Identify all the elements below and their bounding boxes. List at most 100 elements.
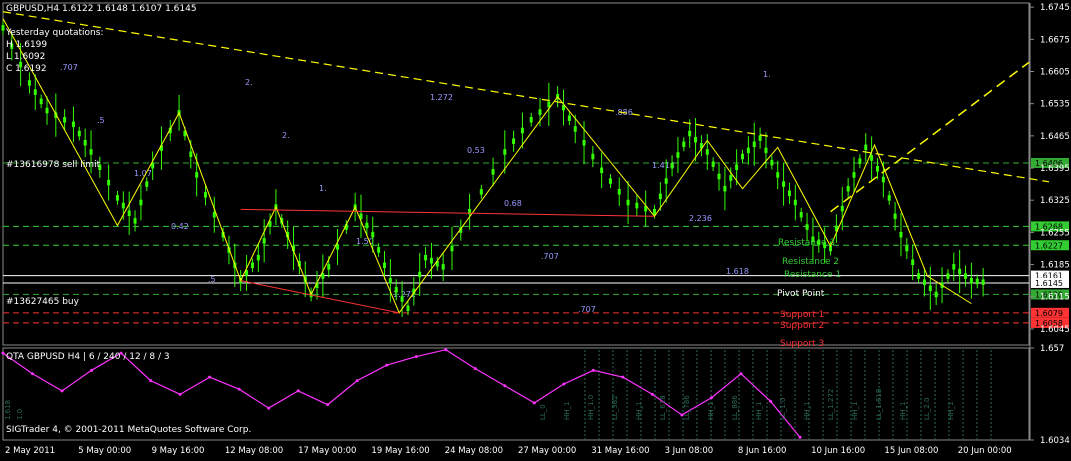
candle-body-72 (503, 149, 507, 155)
fib-label-13: .707 (541, 252, 559, 261)
x-tick-label-9: 3 Jun 08:00 (665, 446, 714, 456)
yesterday-high: H 1.6199 (6, 40, 48, 50)
candle-body-3 (27, 80, 31, 86)
trendline-red-lower (240, 280, 400, 314)
indicator-point-3 (90, 368, 94, 372)
candle-body-66 (441, 264, 445, 270)
candle-body-130 (887, 195, 891, 201)
candle-body-125 (858, 158, 862, 164)
x-tick-label-3: 12 May 08:00 (225, 446, 283, 456)
indicator-point-1 (31, 372, 35, 376)
candle-body-138 (934, 291, 938, 298)
candle-body-36 (256, 254, 260, 261)
candle-body-67 (450, 245, 454, 252)
candle-body-74 (520, 127, 524, 134)
ind-vertical-label-11: HH_1 (755, 402, 763, 420)
trendline-breakout (830, 61, 1030, 213)
pivot-point-label: Pivot Point (777, 289, 825, 299)
ind-vertical-label-15: HH_1 (851, 402, 859, 420)
fib-label-4: .5 (208, 275, 216, 284)
candle-body-84 (600, 167, 604, 174)
indicator-point-12 (355, 379, 359, 383)
ind-vertical-label-6: HH_1 (635, 402, 643, 420)
candle-body-113 (787, 190, 791, 197)
x-tick-label-0: 2 May 2011 (5, 446, 55, 456)
candle-body-127 (870, 155, 874, 161)
candle-body-88 (635, 202, 639, 209)
level-price-label-support1: 1.6079 (1035, 309, 1063, 318)
fib-label-3: 0.42 (171, 222, 189, 231)
order-sell-limit-label[interactable]: #13616978 sell limit (6, 160, 100, 170)
candle-body-82 (582, 139, 586, 146)
indicator-point-9 (267, 406, 271, 410)
candle-body-56 (382, 262, 386, 269)
y-tick-label-8: 1.6185 (1040, 261, 1070, 271)
candle-body-136 (922, 279, 926, 285)
y-tick-label-1: 1.6675 (1040, 35, 1070, 45)
level-price-label-close: 1.6145 (1035, 279, 1063, 288)
candle-body-145 (975, 278, 979, 285)
indicator-point-22 (650, 392, 654, 396)
candle-body-86 (617, 189, 621, 195)
candle-body-99 (705, 149, 709, 155)
candle-body-114 (793, 199, 797, 206)
candle-body-6 (45, 107, 49, 114)
candle-body-92 (664, 178, 668, 184)
candle-body-110 (770, 159, 774, 166)
ind-vertical-label-16: LL_1.618 (875, 389, 883, 420)
candle-body-104 (735, 164, 739, 171)
indicator-title: QTA GBPUSD H4 | 6 / 240 / 12 / 8 / 3 (6, 352, 170, 362)
order-buy-label[interactable]: #13627465 buy (6, 297, 79, 307)
candle-body-48 (327, 264, 331, 270)
candle-body-73 (512, 138, 516, 144)
candle-body-35 (250, 262, 254, 269)
ind-y-tick-label-1: 1.6034 (1040, 436, 1070, 446)
indicator-point-0 (1, 351, 5, 355)
y-tick-label-2: 1.6605 (1040, 67, 1070, 77)
ind-vertical-label-8: LL_786 (683, 395, 691, 420)
candle-body-91 (658, 193, 662, 200)
indicator-point-16 (473, 367, 477, 371)
candle-body-122 (840, 205, 844, 212)
candle-body-129 (881, 176, 885, 183)
indicator-point-21 (621, 375, 625, 379)
ind-vertical-label-7: LL_618 (659, 395, 667, 420)
y-tick-label-0: 1.6745 (1040, 3, 1070, 13)
indicator-point-15 (444, 348, 448, 352)
x-tick-label-4: 17 May 00:00 (298, 446, 356, 456)
candle-body-11 (83, 139, 87, 146)
candle-body-58 (394, 287, 398, 293)
y-tick-label-7: 1.6255 (1040, 228, 1070, 238)
candle-body-57 (388, 277, 392, 284)
candle-body-142 (958, 268, 962, 275)
support-2-label: Support 2 (780, 321, 825, 331)
x-tick-label-8: 31 May 16:00 (591, 446, 649, 456)
candle-body-112 (782, 181, 786, 187)
candle-body-59 (400, 296, 404, 302)
resistance-3-label: Resistance 3 (778, 238, 836, 248)
candle-body-102 (723, 185, 727, 192)
candle-body-37 (262, 238, 266, 244)
price-chart[interactable]: 1.64061.62681.62271.61611.61451.61201.60… (0, 0, 1071, 457)
candle-body-81 (573, 126, 577, 132)
indicator-point-14 (414, 355, 418, 359)
indicator-point-24 (709, 396, 713, 400)
indicator-point-25 (739, 372, 743, 376)
yesterday-title: Yesterday quotations: (6, 28, 104, 38)
candle-body-87 (626, 199, 630, 206)
chart-window: 1.6406 1.6268 1.6227 1.6161 1.6145 1.6120 1.60… (0, 0, 1071, 457)
candle-body-16 (121, 202, 125, 209)
indicator-point-8 (237, 387, 241, 391)
fib-label-10: 1.272 (430, 93, 453, 102)
candle-body-27 (195, 172, 199, 178)
candle-body-116 (805, 224, 809, 230)
candle-body-126 (864, 144, 868, 151)
candle-body-93 (670, 162, 674, 169)
ind-vertical-label-1: 1.0 (16, 409, 24, 420)
candle-body-28 (203, 192, 207, 198)
y-tick-label-9: 1.6115 (1040, 293, 1070, 303)
candle-body-94 (676, 152, 680, 158)
candle-body-103 (729, 175, 733, 181)
candle-body-132 (899, 231, 903, 238)
candle-body-77 (547, 101, 551, 108)
